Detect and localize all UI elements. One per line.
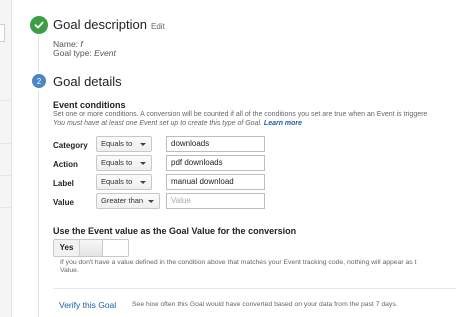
dropdown-caret-icon	[140, 143, 146, 146]
rail-divider	[0, 175, 12, 176]
use-event-value-title: Use the Event value as the Goal Value fo…	[53, 226, 297, 236]
value-operator-value: Greater than	[101, 196, 144, 205]
section-divider	[53, 288, 456, 289]
label-operator-value: Equals to	[101, 177, 133, 186]
value-operator-select[interactable]: Greater than	[96, 193, 160, 209]
action-operator-value: Equals to	[101, 158, 133, 167]
event-conditions-description: Set one or more conditions. A conversion…	[53, 111, 428, 118]
category-value-input[interactable]: downloads	[166, 136, 265, 152]
toggle-yes-label: Yes	[54, 240, 80, 256]
toggle-knob[interactable]	[80, 240, 103, 256]
left-navigation-rail	[0, 0, 12, 317]
action-value-input[interactable]: pdf downloads	[166, 155, 265, 171]
rail-tab[interactable]	[0, 24, 5, 42]
checkmark-icon	[30, 16, 48, 34]
dropdown-caret-icon	[140, 162, 146, 165]
value-input[interactable]: Value	[166, 193, 265, 209]
rail-divider	[0, 207, 12, 208]
step-connector	[38, 90, 39, 317]
rail-divider	[0, 143, 12, 144]
event-value-info-continued: Value.	[60, 267, 79, 274]
edit-link[interactable]: Edit	[151, 22, 165, 31]
value-label: Value	[53, 198, 74, 207]
step-connector	[38, 36, 39, 72]
action-label: Action	[53, 160, 78, 169]
rail-divider	[0, 100, 12, 101]
learn-more-link[interactable]: Learn more	[264, 120, 302, 127]
step-number-badge: 2	[32, 74, 46, 88]
goal-type: Goal type: Event	[53, 48, 116, 58]
label-operator-select[interactable]: Equals to	[96, 174, 152, 190]
label-label: Label	[53, 179, 74, 188]
event-value-info: If you don't have a value defined in the…	[60, 259, 417, 266]
category-operator-select[interactable]: Equals to	[96, 136, 152, 152]
event-conditions-heading: Event conditions	[53, 100, 126, 110]
dropdown-caret-icon	[148, 200, 154, 203]
category-label: Category	[53, 141, 88, 150]
label-value-input[interactable]: manual download	[166, 174, 265, 190]
type-label: Goal type:	[53, 48, 92, 58]
requirement-text: You must have at least one Event set up …	[53, 120, 262, 127]
dropdown-caret-icon	[140, 181, 146, 184]
type-value: Event	[94, 48, 116, 58]
use-event-value-toggle[interactable]: Yes	[53, 239, 129, 257]
goal-details-title: Goal details	[53, 74, 122, 89]
event-conditions-requirement: You must have at least one Event set up …	[53, 120, 302, 127]
goal-description-title: Goal description	[53, 17, 147, 32]
verify-goal-link[interactable]: Verify this Goal	[59, 300, 116, 310]
verify-goal-description: See how often this Goal would have conve…	[132, 301, 398, 308]
action-operator-select[interactable]: Equals to	[96, 155, 152, 171]
category-operator-value: Equals to	[101, 139, 133, 148]
